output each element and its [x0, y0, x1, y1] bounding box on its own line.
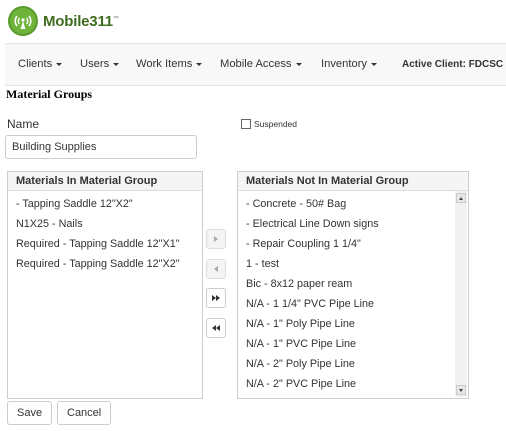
move-left-icon — [214, 266, 218, 272]
signal-tower-icon — [7, 5, 39, 37]
nav-inventory-dropdown[interactable]: Inventory — [321, 44, 378, 85]
suspended-checkbox[interactable]: Suspended — [241, 119, 297, 129]
materials-not-in-group-list[interactable]: Materials Not In Material Group - Concre… — [237, 171, 469, 399]
active-client-label: Active Client: FDCSC — [402, 59, 504, 70]
nav-clients-dropdown[interactable]: Clients — [18, 44, 63, 85]
list-item[interactable]: N/A - 2" PVC Pipe Line — [238, 374, 468, 394]
move-left-button[interactable] — [206, 259, 226, 279]
scroll-down-icon — [459, 389, 463, 392]
brand-name: Mobile311™ — [43, 12, 119, 30]
caret-down-icon — [56, 62, 63, 66]
suspended-label: Suspended — [254, 119, 298, 129]
page-title: Material Groups — [6, 87, 93, 101]
list-item[interactable]: N/A - 1" Poly Pipe Line — [238, 314, 468, 334]
list-item[interactable]: - Electrical Line Down signs — [238, 214, 468, 234]
save-button[interactable]: Save — [7, 401, 53, 425]
move-right-icon — [214, 236, 218, 242]
scroll-down-button[interactable] — [456, 385, 466, 395]
list-item[interactable]: N/A - 1 1/4" PVC Pipe Line — [238, 294, 468, 314]
list-item[interactable]: N/A - 1" PVC Pipe Line — [238, 334, 468, 354]
move-all-left-button[interactable] — [206, 318, 226, 338]
caret-down-icon — [113, 62, 120, 66]
list-item[interactable]: N/A - 2" Poly Pipe Line — [238, 354, 468, 374]
materials-not-in-group-header: Materials Not In Material Group — [238, 172, 468, 191]
checkbox-box[interactable] — [241, 119, 251, 129]
list-item[interactable]: 1 - test — [238, 254, 468, 274]
list-item[interactable]: Required - Tapping Saddle 12"X1" — [8, 234, 202, 254]
materials-in-group-header: Materials In Material Group — [8, 172, 202, 191]
nav-users-dropdown[interactable]: Users — [80, 44, 120, 85]
list-item[interactable]: Required - Tapping Saddle 12"X2" — [8, 254, 202, 274]
name-label: Name — [7, 117, 40, 131]
materials-in-group-list[interactable]: Materials In Material Group - Tapping Sa… — [7, 171, 203, 399]
caret-down-icon — [371, 62, 378, 66]
cancel-button[interactable]: Cancel — [57, 401, 112, 425]
list-item[interactable]: N1X25 - Nails — [8, 214, 202, 234]
nav-mobile-access-dropdown[interactable]: Mobile Access — [220, 44, 302, 85]
list-item[interactable]: Bic - 8x12 paper ream — [238, 274, 468, 294]
move-all-left-icon — [212, 325, 220, 331]
move-all-right-icon — [212, 295, 220, 301]
name-input[interactable] — [5, 135, 197, 159]
scroll-up-button[interactable] — [456, 193, 466, 203]
list-scrollbar[interactable] — [455, 191, 467, 397]
scroll-up-icon — [459, 197, 463, 200]
move-all-right-button[interactable] — [206, 288, 226, 308]
caret-down-icon — [295, 62, 302, 66]
brand-logo[interactable]: Mobile311™ — [7, 3, 119, 39]
list-item[interactable]: - Repair Coupling 1 1/4" — [238, 234, 468, 254]
nav-work-items-dropdown[interactable]: Work Items — [136, 44, 203, 85]
caret-down-icon — [196, 62, 203, 66]
list-item[interactable]: - Concrete - 50# Bag — [238, 194, 468, 214]
list-item[interactable]: - Tapping Saddle 12"X2" — [8, 194, 202, 214]
top-navbar: Clients Users Work Items Mobile Access I… — [5, 43, 506, 86]
move-right-button[interactable] — [206, 229, 226, 249]
